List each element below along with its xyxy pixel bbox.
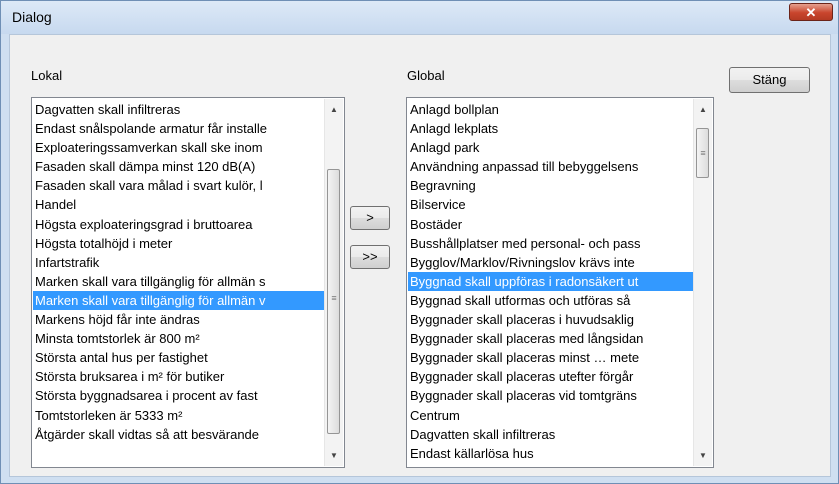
move-all-button[interactable]: >> [350,245,390,269]
local-list-item[interactable]: Största byggnadsarea i procent av fast [33,386,325,405]
local-list-item[interactable]: Största antal hus per fastighet [33,348,325,367]
local-list-item[interactable]: Exploateringssamverkan skall ske inom [33,138,325,157]
global-list-item[interactable]: Byggnader skall placeras i huvudsaklig [408,310,694,329]
global-list-item[interactable]: Anlagd bollplan [408,100,694,119]
dialog-window: Dialog ✕ Lokal Global Dagvatten skall in… [0,0,839,484]
global-list-item[interactable]: Begravning [408,176,694,195]
local-list-item[interactable]: Infartstrafik [33,253,325,272]
local-list[interactable]: Dagvatten skall infiltreras Endast snålsp… [31,97,345,468]
local-list-item[interactable]: Marken skall vara tillgänglig för allmän… [33,272,325,291]
global-label: Global [407,68,445,83]
grip-icon: ≡ [331,293,337,303]
local-list-items: Dagvatten skall infiltreras Endast snålsp… [33,100,325,444]
local-scrollbar[interactable]: ▲ ≡ ▼ [324,99,343,466]
local-list-item[interactable]: Markens höjd får inte ändras [33,310,325,329]
dialog-body: Lokal Global Dagvatten skall infiltreras… [9,34,831,477]
local-list-item[interactable]: Fasaden skall vara målad i svart kulör, … [33,176,325,195]
global-list[interactable]: Anlagd bollplan Anlagd lekplats Anlagd par… [406,97,714,468]
local-list-item[interactable]: Endast snålspolande armatur får installe [33,119,325,138]
local-list-item[interactable]: Minsta tomtstorlek är 800 m² [33,329,325,348]
local-list-item[interactable]: Marken skall vara tillgänglig för allmän… [33,290,325,311]
global-list-item[interactable]: Användning anpassad till bebyggelsens [408,157,694,176]
global-list-item[interactable]: Endast källarlösa hus [408,444,694,463]
local-list-item[interactable]: Tomtstorleken är 5333 m² [33,406,325,425]
global-list-item[interactable]: Byggnader skall placeras med långsidan [408,329,694,348]
local-list-item[interactable]: Högsta exploateringsgrad i bruttoarea [33,215,325,234]
close-icon[interactable]: ✕ [789,3,833,21]
scroll-down-icon[interactable]: ▼ [325,447,343,464]
global-list-item[interactable]: Dagvatten skall infiltreras [408,425,694,444]
window-title: Dialog [12,9,52,25]
title-bar[interactable]: Dialog ✕ [1,1,838,34]
local-list-item[interactable]: Åtgärder skall vidtas så att besvärande [33,425,325,444]
global-scroll-thumb[interactable]: ≡ [696,128,709,178]
local-label: Lokal [31,68,63,83]
global-list-item[interactable]: Byggnader skall placeras minst … mete [408,348,694,367]
global-list-item[interactable]: Byggnader skall placeras utefter förgår [408,367,694,386]
grip-icon: ≡ [700,148,706,158]
local-list-item[interactable]: Fasaden skall dämpa minst 120 dB(A) [33,157,325,176]
global-list-item[interactable]: Byggnad skall uppföras i radonsäkert ut [408,271,694,291]
global-list-item[interactable]: Byggnader skall placeras vid tomtgräns [408,386,694,405]
local-list-item[interactable]: Största bruksarea i m² för butiker [33,367,325,386]
global-list-item[interactable]: Bostäder [408,215,694,234]
local-scroll-thumb[interactable]: ≡ [327,169,340,434]
global-list-item[interactable]: Busshållplatser med personal- och pass [408,234,694,253]
scroll-down-icon[interactable]: ▼ [694,447,712,464]
local-list-item[interactable]: Dagvatten skall infiltreras [33,100,325,119]
move-one-button[interactable]: > [350,206,390,230]
global-list-item[interactable]: Bilservice [408,195,694,214]
local-list-item[interactable]: Handel [33,195,325,214]
close-button[interactable]: Stäng [729,67,810,93]
global-list-item[interactable]: Centrum [408,406,694,425]
local-list-item[interactable]: Högsta totalhöjd i meter [33,234,325,253]
global-list-item[interactable]: Anlagd lekplats [408,119,694,138]
scroll-up-icon[interactable]: ▲ [325,101,343,118]
global-scrollbar[interactable]: ▲ ≡ ▼ [693,99,712,466]
global-list-items: Anlagd bollplan Anlagd lekplats Anlagd par… [408,100,694,463]
global-list-item[interactable]: Anlagd park [408,138,694,157]
scroll-up-icon[interactable]: ▲ [694,101,712,118]
global-list-item[interactable]: Bygglov/Marklov/Rivningslov krävs inte [408,253,694,272]
global-list-item[interactable]: Byggnad skall utformas och utföras så [408,291,694,310]
